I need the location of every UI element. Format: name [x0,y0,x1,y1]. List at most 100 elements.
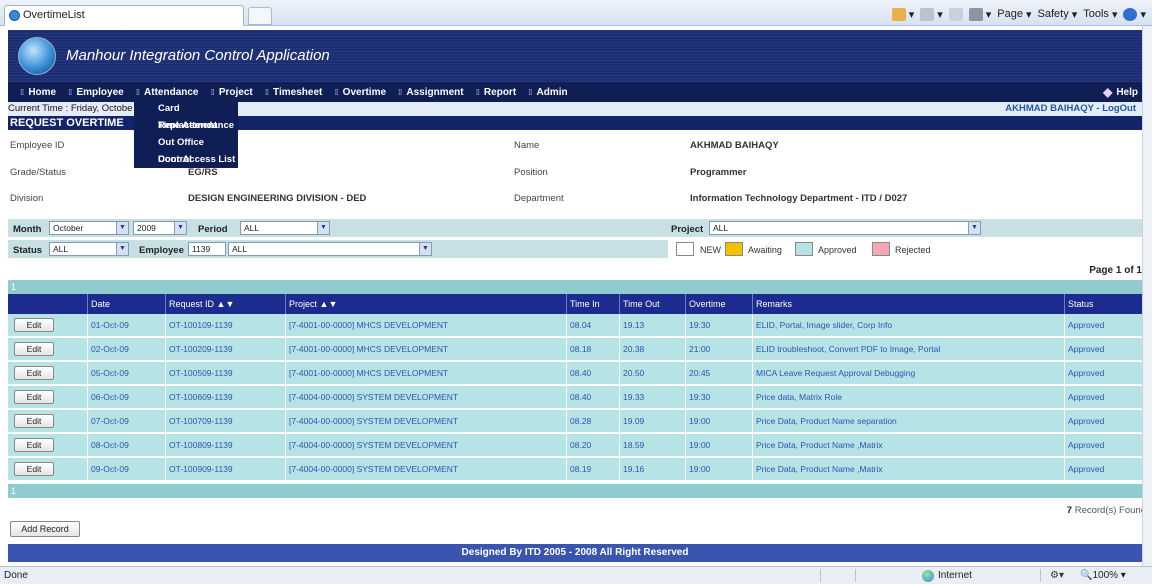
cell-request-id: OT-100909-1139 [165,458,285,480]
security-zone[interactable]: Internet [922,567,972,584]
tools-menu[interactable]: Tools ▾ [1083,8,1117,21]
cell-date: 06-Oct-09 [87,386,165,408]
safety-menu[interactable]: Safety ▾ [1038,8,1078,21]
menu-assignment[interactable]: ⁞⁞ Assignment [394,87,472,98]
cell-action: Edit [8,362,87,384]
browser-tab[interactable]: OvertimeList [4,5,244,26]
name-label: Name [514,140,540,151]
cell-remarks: Price Data, Product Name ,Matrix [752,458,1064,480]
employee-id-input[interactable]: 1139 [188,242,226,256]
month-select[interactable]: October ▼ [49,221,129,235]
page-menu[interactable]: Page ▾ [997,8,1031,21]
menu-project[interactable]: ⁞⁞ Project [206,87,260,98]
cell-overtime: 19:00 [685,458,752,480]
cell-overtime: 19:00 [685,410,752,432]
chevron-down-icon: ▼ [968,222,980,234]
month-label: Month [13,224,42,235]
menu-item-time-attendance[interactable]: Time Attendance [134,117,238,134]
employee-select[interactable]: ALL ▼ [228,242,432,256]
vertical-scrollbar[interactable] [1142,26,1152,566]
ie-page-icon [9,10,20,21]
edit-button[interactable]: Edit [14,366,54,380]
cell-time-in: 08.18 [566,338,619,360]
position-label: Position [514,167,548,178]
home-button[interactable]: ▾ [891,7,914,21]
period-label: Period [198,224,228,235]
grip-icon: ⁞⁞ [135,87,140,97]
menu-timesheet[interactable]: ⁞⁞ Timesheet [261,87,331,98]
menu-report[interactable]: ⁞⁞ Report [472,87,525,98]
year-select[interactable]: 2009 ▼ [133,221,187,235]
status-divider [820,569,821,582]
current-user[interactable]: AKHMAD BAIHAQY [1005,103,1094,114]
edit-button[interactable]: Edit [14,342,54,356]
grip-icon: ⁞⁞ [475,87,480,97]
status-divider [855,569,856,582]
edit-button[interactable]: Edit [14,462,54,476]
menu-overtime[interactable]: ⁞⁞ Overtime [330,87,394,98]
employee-label: Employee [139,245,184,256]
cell-action: Edit [8,410,87,432]
grip-icon: ⁞⁞ [20,87,24,97]
cell-time-in: 08.19 [566,458,619,480]
cell-request-id: OT-100209-1139 [165,338,285,360]
menu-item-card-replacement[interactable]: Card Replacement [134,100,238,131]
cell-time-in: 08.40 [566,386,619,408]
new-tab-button[interactable] [248,7,272,25]
edit-button[interactable]: Edit [14,414,54,428]
legend-new-swatch [676,242,694,256]
legend-approved-swatch [795,242,813,256]
table-row: Edit 02-Oct-09 OT-100209-1139 [7-4001-00-00… [8,338,1142,361]
pager-top: 1 [8,280,1142,294]
period-select[interactable]: ALL ▼ [240,221,330,235]
cell-request-id: OT-100509-1139 [165,362,285,384]
cell-status: Approved [1064,434,1142,456]
menu-attendance[interactable]: ⁞⁞ Attendance [132,87,207,98]
sort-arrows-icon[interactable]: ▲▼ [217,299,235,309]
menu-employee[interactable]: ⁞⁞ Employee [64,87,132,98]
menu-admin[interactable]: ⁞⁞ Admin [524,87,575,98]
menu-item-door-access-list[interactable]: Door Access List [134,151,238,168]
cell-action: Edit [8,338,87,360]
help-browser-button[interactable]: ▾ [1123,7,1146,21]
table-header: Date Request ID ▲▼ Project ▲▼ Time In Ti… [8,294,1142,314]
add-record-button[interactable]: Add Record [10,521,80,537]
table-row: Edit 06-Oct-09 OT-100609-1139 [7-4004-00-00… [8,386,1142,409]
current-time: Current Time : Friday, Octobe [8,103,133,114]
chevron-down-icon: ▼ [317,222,329,234]
cell-time-in: 08.40 [566,362,619,384]
edit-button[interactable]: Edit [14,390,54,404]
print-button[interactable]: ▾ [968,7,991,21]
home-icon [891,7,906,21]
browser-command-bar: ▾ ▾ ▾ Page ▾ Safety ▾ Tools ▾ ▾ [891,5,1146,23]
protected-mode-icon[interactable]: ⚙▾ [1050,567,1064,584]
chevron-down-icon: ▼ [116,222,128,234]
edit-button[interactable]: Edit [14,318,54,332]
page-link[interactable]: 1 [11,486,16,496]
cell-date: 09-Oct-09 [87,458,165,480]
feeds-icon [920,7,935,21]
grip-icon: ⁞⁞ [210,87,214,97]
edit-button[interactable]: Edit [14,438,54,452]
page-link[interactable]: 1 [11,282,16,292]
status-select[interactable]: ALL ▼ [49,242,129,256]
legend-rejected-label: Rejected [895,245,931,255]
mail-button[interactable] [948,7,963,21]
project-select[interactable]: ALL ▼ [709,221,981,235]
feeds-button[interactable]: ▾ [920,7,943,21]
cell-time-out: 18.59 [619,434,685,456]
table-row: Edit 07-Oct-09 OT-100709-1139 [7-4004-00-00… [8,410,1142,433]
grip-icon: ⁞⁞ [334,87,338,97]
cell-time-out: 19.33 [619,386,685,408]
zoom-level[interactable]: 🔍100% ▾ [1080,567,1126,584]
user-area: AKHMAD BAIHAQY - LogOut [1005,103,1136,114]
col-header-request-id[interactable]: Request ID ▲▼ [165,294,285,314]
help-link[interactable]: ◆ Help [1103,85,1138,99]
logout-link[interactable]: LogOut [1102,103,1136,114]
col-header-project[interactable]: Project ▲▼ [285,294,566,314]
cell-request-id: OT-100109-1139 [165,314,285,336]
sort-arrows-icon[interactable]: ▲▼ [320,299,338,309]
menu-item-out-office-control[interactable]: Out Office Control [134,134,238,165]
department-label: Department [514,193,564,204]
menu-home[interactable]: ⁞⁞ Home [16,87,64,98]
